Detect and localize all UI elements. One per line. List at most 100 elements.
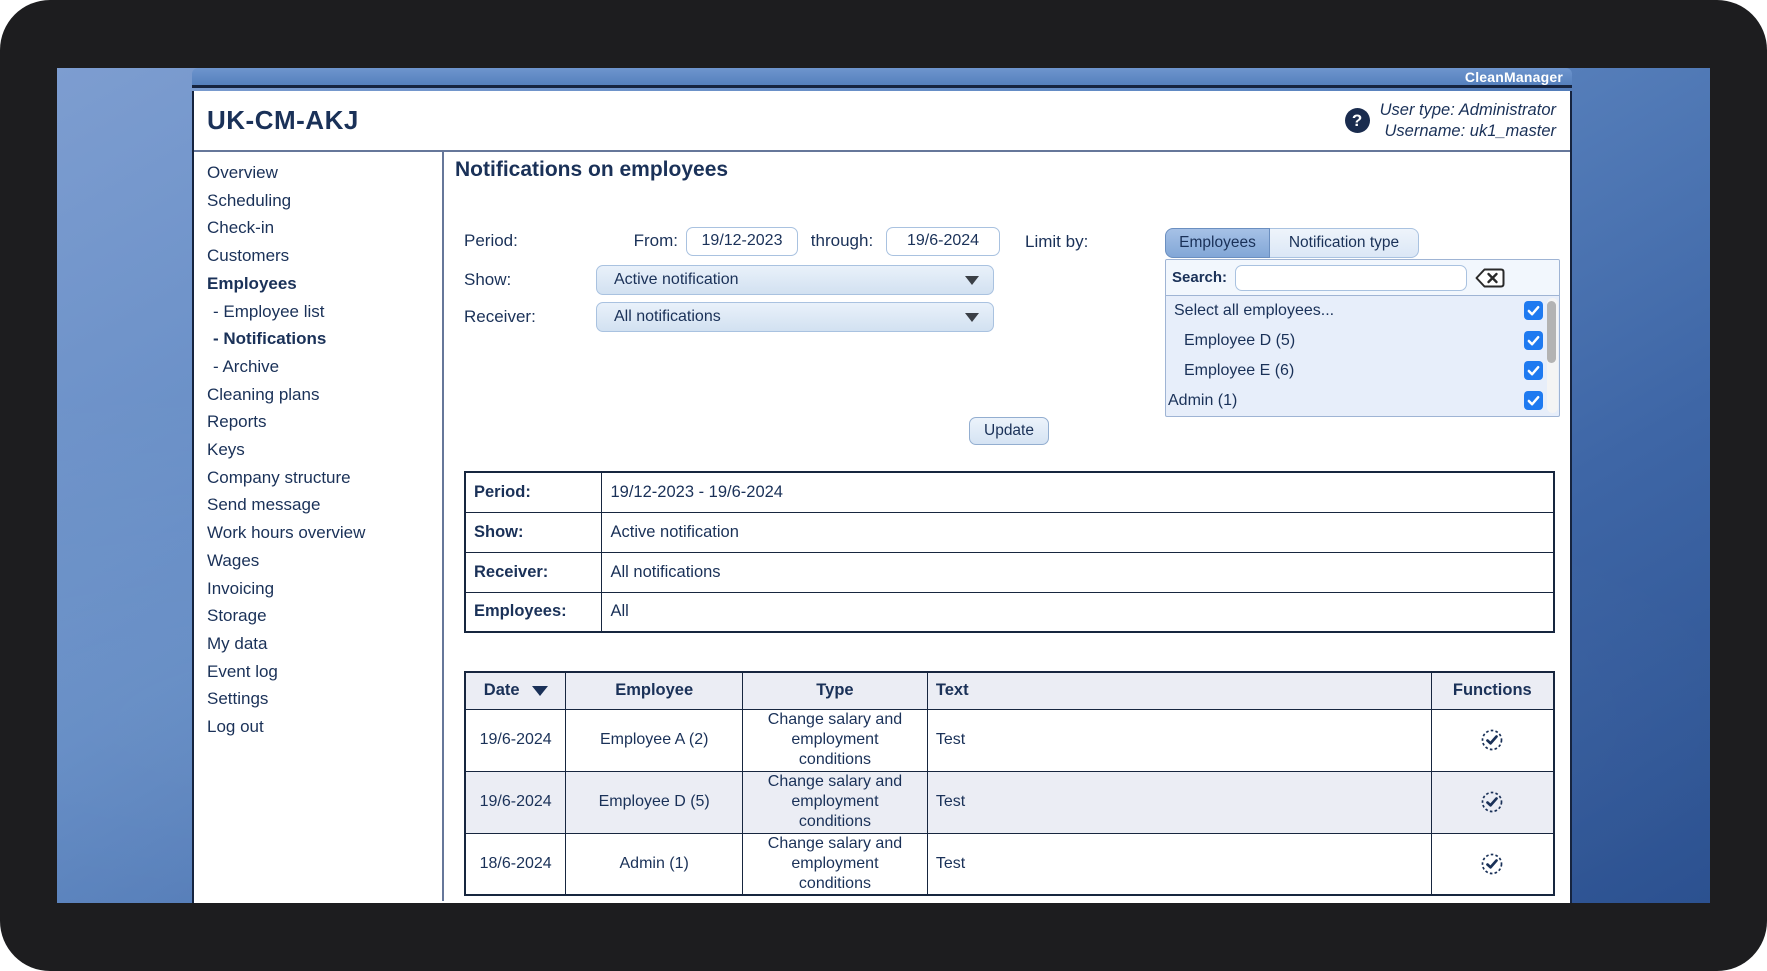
sidebar-item-cleaning-plans[interactable]: Cleaning plans	[207, 381, 442, 409]
period-label: Period:	[464, 231, 596, 251]
sidebar-item-storage[interactable]: Storage	[207, 602, 442, 630]
update-button[interactable]: Update	[969, 417, 1049, 445]
help-icon[interactable]: ?	[1345, 108, 1370, 133]
table-row: Period: 19/12-2023 - 19/6-2024	[465, 472, 1554, 512]
receiver-dropdown[interactable]: All notifications	[596, 302, 994, 332]
table-header-row: Date Employee Type Text Functions	[465, 672, 1554, 709]
checkbox-checked[interactable]	[1524, 331, 1543, 350]
cell-date: 19/6-2024	[465, 771, 566, 833]
checkbox-checked[interactable]	[1524, 361, 1543, 380]
table-row: Employees: All	[465, 592, 1554, 632]
table-row: 19/6-2024 Employee A (2) Change salary a…	[465, 709, 1554, 771]
sidebar-item-reports[interactable]: Reports	[207, 408, 442, 436]
desktop-background: CleanManager UK-CM-AKJ ? User type: Admi…	[57, 68, 1710, 903]
sidebar-item-notifications[interactable]: - Notifications	[207, 325, 442, 353]
column-header-type: Type	[743, 672, 928, 709]
cell-date: 19/6-2024	[465, 709, 566, 771]
show-label: Show:	[464, 270, 596, 290]
cell-type: Change salary and employment conditions	[743, 771, 928, 833]
sidebar-item-employees[interactable]: Employees	[207, 270, 442, 298]
summary-period-label: Period:	[465, 472, 601, 512]
checkbox-checked[interactable]	[1524, 391, 1543, 410]
sidebar: Overview Scheduling Check-in Customers E…	[194, 152, 444, 901]
cell-date: 18/6-2024	[465, 833, 566, 895]
table-row: 19/6-2024 Employee D (5) Change salary a…	[465, 771, 1554, 833]
summary-show-label: Show:	[465, 512, 601, 552]
main-content: Notifications on employees Period: From:…	[444, 152, 1570, 901]
confirm-check-icon[interactable]	[1480, 852, 1504, 876]
list-item-label: Admin (1)	[1166, 392, 1237, 410]
scrollbar-thumb[interactable]	[1547, 301, 1556, 363]
tab-notification-type[interactable]: Notification type	[1270, 228, 1419, 258]
sidebar-item-wages[interactable]: Wages	[207, 547, 442, 575]
sidebar-item-my-data[interactable]: My data	[207, 630, 442, 658]
limit-by-tabs: Employees Notification type	[1165, 228, 1419, 258]
sidebar-item-settings[interactable]: Settings	[207, 685, 442, 713]
checkbox-checked[interactable]	[1524, 301, 1543, 320]
receiver-dropdown-value: All notifications	[614, 308, 965, 326]
sidebar-item-invoicing[interactable]: Invoicing	[207, 575, 442, 603]
through-date-input[interactable]	[886, 227, 1000, 256]
browser-titlebar: CleanManager	[192, 68, 1572, 88]
chevron-down-icon	[965, 276, 979, 285]
sidebar-item-overview[interactable]: Overview	[207, 159, 442, 187]
limit-by-label: Limit by:	[1025, 232, 1088, 252]
column-header-text: Text	[927, 672, 1431, 709]
summary-employees-label: Employees:	[465, 592, 601, 632]
page-title: UK-CM-AKJ	[207, 105, 359, 136]
sidebar-item-event-log[interactable]: Event log	[207, 658, 442, 686]
sidebar-item-log-out[interactable]: Log out	[207, 713, 442, 741]
sidebar-item-send-message[interactable]: Send message	[207, 491, 442, 519]
cell-text: Test	[927, 771, 1431, 833]
sidebar-item-scheduling[interactable]: Scheduling	[207, 187, 442, 215]
table-row: 18/6-2024 Admin (1) Change salary and em…	[465, 833, 1554, 895]
receiver-label: Receiver:	[464, 307, 596, 327]
summary-show-value: Active notification	[601, 512, 1554, 552]
main-heading: Notifications on employees	[455, 158, 728, 182]
cell-type: Change salary and employment conditions	[743, 833, 928, 895]
sidebar-item-archive[interactable]: - Archive	[207, 353, 442, 381]
user-type-label: User type: Administrator	[1380, 100, 1556, 121]
sidebar-item-employee-list[interactable]: - Employee list	[207, 298, 442, 326]
window-header: UK-CM-AKJ ? User type: Administrator Use…	[194, 91, 1570, 152]
list-item-admin[interactable]: Admin (1)	[1166, 386, 1559, 416]
cell-functions	[1431, 709, 1554, 771]
chevron-down-icon	[965, 313, 979, 322]
search-input[interactable]	[1235, 265, 1467, 291]
cell-text: Test	[927, 709, 1431, 771]
cell-text: Test	[927, 833, 1431, 895]
show-dropdown-value: Active notification	[614, 271, 965, 289]
table-row: Show: Active notification	[465, 512, 1554, 552]
summary-receiver-label: Receiver:	[465, 552, 601, 592]
list-item-employee-e[interactable]: Employee E (6)	[1166, 356, 1559, 386]
search-label: Search:	[1172, 269, 1227, 286]
column-header-date[interactable]: Date	[465, 672, 566, 709]
employee-list: Select all employees... Employee D (5)	[1166, 296, 1559, 415]
sidebar-item-keys[interactable]: Keys	[207, 436, 442, 464]
column-header-employee: Employee	[566, 672, 743, 709]
cell-employee: Admin (1)	[566, 833, 743, 895]
app-window: UK-CM-AKJ ? User type: Administrator Use…	[192, 91, 1572, 903]
sidebar-item-company-structure[interactable]: Company structure	[207, 464, 442, 492]
list-item-label: Employee D (5)	[1166, 332, 1295, 350]
sort-desc-icon[interactable]	[532, 686, 548, 696]
employee-filter-panel: Search: Select all employe	[1165, 259, 1560, 417]
through-label: through:	[806, 231, 878, 251]
list-item-select-all[interactable]: Select all employees...	[1166, 296, 1559, 326]
confirm-check-icon[interactable]	[1480, 728, 1504, 752]
column-header-functions: Functions	[1431, 672, 1554, 709]
sidebar-item-work-hours-overview[interactable]: Work hours overview	[207, 519, 442, 547]
clear-search-icon[interactable]	[1475, 267, 1505, 288]
sidebar-item-check-in[interactable]: Check-in	[207, 214, 442, 242]
confirm-check-icon[interactable]	[1480, 790, 1504, 814]
list-item-employee-d[interactable]: Employee D (5)	[1166, 326, 1559, 356]
list-item-label: Employee E (6)	[1166, 362, 1294, 380]
sidebar-item-customers[interactable]: Customers	[207, 242, 442, 270]
tab-employees[interactable]: Employees	[1165, 228, 1270, 258]
notifications-table: Date Employee Type Text Functions 19/6-2…	[464, 671, 1555, 896]
scrollbar-track[interactable]	[1547, 298, 1558, 413]
show-dropdown[interactable]: Active notification	[596, 265, 994, 295]
cell-functions	[1431, 771, 1554, 833]
username-label: Username: uk1_master	[1380, 121, 1556, 142]
from-date-input[interactable]	[686, 227, 798, 256]
